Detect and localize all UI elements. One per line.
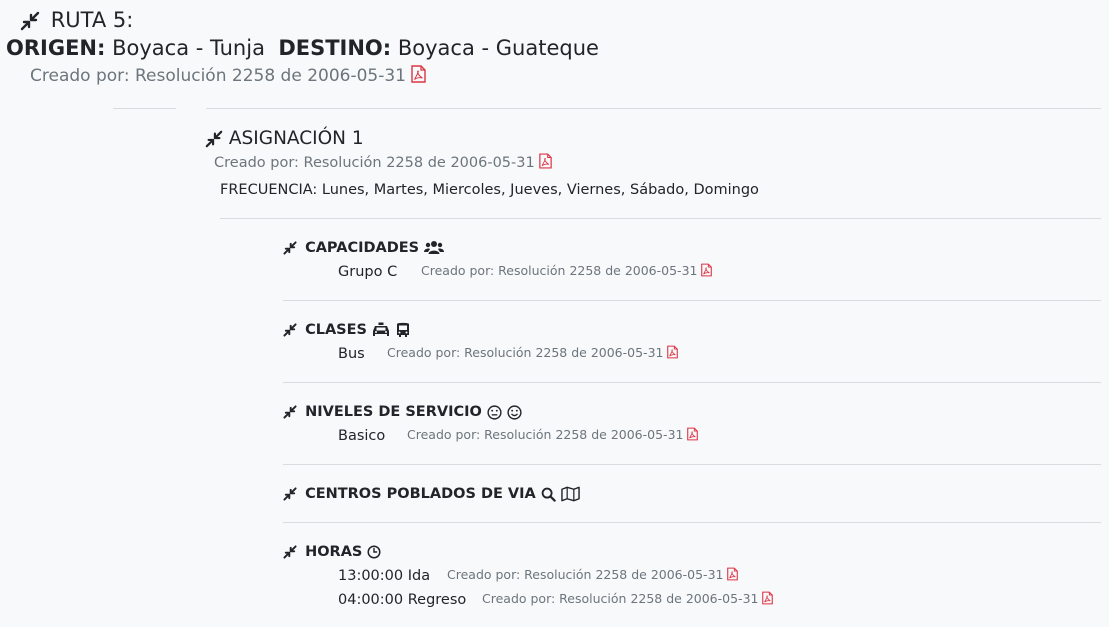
divider [283, 464, 1101, 465]
horas-row-created-text: Creado por: Resolución 2258 de 2006-05-3… [482, 591, 759, 606]
collapse-niveles-icon[interactable] [283, 404, 302, 420]
assignment-title: ASIGNACIÓN 1 [228, 128, 364, 149]
route-created: Creado por: Resolución 2258 de 2006-05-3… [30, 65, 427, 88]
collapse-capacidades-icon[interactable] [283, 240, 302, 256]
clases-value: Bus [338, 346, 365, 362]
clases-created-text: Creado por: Resolución 2258 de 2006-05-3… [387, 345, 664, 360]
file-pdf-icon[interactable] [411, 65, 427, 88]
niveles-value: Basico [338, 428, 386, 444]
clock-icon [367, 544, 381, 560]
assignment-header: ASIGNACIÓN 1 [205, 128, 364, 149]
capacidades-header: CAPACIDADES [283, 240, 445, 256]
centros-header: CENTROS POBLADOS DE VIA [283, 486, 580, 502]
file-pdf-icon[interactable] [539, 153, 553, 173]
taxi-icon [372, 322, 395, 338]
assignment-created-text: Creado por: Resolución 2258 de 2006-05-3… [214, 155, 535, 171]
route-title: RUTA 5: [50, 8, 134, 32]
horas-row-created: Creado por: Resolución 2258 de 2006-05-3… [447, 567, 739, 584]
destination-label: DESTINO: [278, 36, 392, 60]
destination-value: Boyaca - Guateque [397, 36, 599, 60]
horas-title: HORAS [305, 544, 363, 560]
origin-label: ORIGEN: [6, 36, 106, 60]
file-pdf-icon[interactable] [687, 427, 699, 444]
map-icon[interactable] [561, 486, 580, 502]
origin-value: Boyaca - Tunja [112, 36, 265, 60]
collapse-clases-icon[interactable] [283, 322, 302, 338]
divider [283, 522, 1101, 523]
divider [283, 300, 1101, 301]
capacidades-title: CAPACIDADES [305, 240, 420, 256]
collapse-assignment-icon[interactable] [205, 128, 229, 149]
clases-created: Creado por: Resolución 2258 de 2006-05-3… [387, 345, 679, 362]
capacidades-created: Creado por: Resolución 2258 de 2006-05-3… [421, 263, 713, 280]
niveles-title: NIVELES DE SERVICIO [305, 404, 482, 420]
route-created-text: Creado por: Resolución 2258 de 2006-05-3… [30, 66, 407, 86]
centros-title: CENTROS POBLADOS DE VIA [305, 486, 536, 502]
users-icon [424, 240, 445, 256]
capacidades-value: Grupo C [338, 264, 398, 280]
file-pdf-icon[interactable] [701, 263, 713, 280]
meh-face-icon [487, 404, 507, 420]
smile-face-icon [507, 404, 522, 420]
divider [283, 382, 1101, 383]
collapse-route-icon[interactable] [20, 8, 47, 32]
divider [220, 218, 1101, 219]
bus-icon [395, 322, 411, 338]
horas-row-created: Creado por: Resolución 2258 de 2006-05-3… [482, 591, 774, 608]
clases-title: CLASES [305, 322, 367, 338]
frequency-text: FRECUENCIA: Lunes, Martes, Miercoles, Ju… [220, 182, 759, 198]
file-pdf-icon[interactable] [762, 591, 774, 608]
horas-header: HORAS [283, 544, 381, 560]
origin-destination: ORIGEN: Boyaca - Tunja DESTINO: Boyaca -… [6, 36, 599, 60]
file-pdf-icon[interactable] [727, 567, 739, 584]
assignment-created: Creado por: Resolución 2258 de 2006-05-3… [214, 153, 553, 173]
niveles-created: Creado por: Resolución 2258 de 2006-05-3… [407, 427, 699, 444]
file-pdf-icon[interactable] [667, 345, 679, 362]
divider [113, 108, 176, 109]
search-icon[interactable] [541, 486, 561, 502]
niveles-header: NIVELES DE SERVICIO [283, 404, 522, 420]
niveles-created-text: Creado por: Resolución 2258 de 2006-05-3… [407, 427, 684, 442]
divider [206, 108, 1101, 109]
horas-row-created-text: Creado por: Resolución 2258 de 2006-05-3… [447, 567, 724, 582]
route-header: RUTA 5: [20, 8, 133, 32]
clases-header: CLASES [283, 322, 411, 338]
horas-row-value: 13:00:00 Ida [338, 568, 431, 584]
capacidades-created-text: Creado por: Resolución 2258 de 2006-05-3… [421, 263, 698, 278]
collapse-horas-icon[interactable] [283, 544, 302, 560]
horas-row-value: 04:00:00 Regreso [338, 592, 467, 608]
collapse-centros-icon[interactable] [283, 486, 302, 502]
